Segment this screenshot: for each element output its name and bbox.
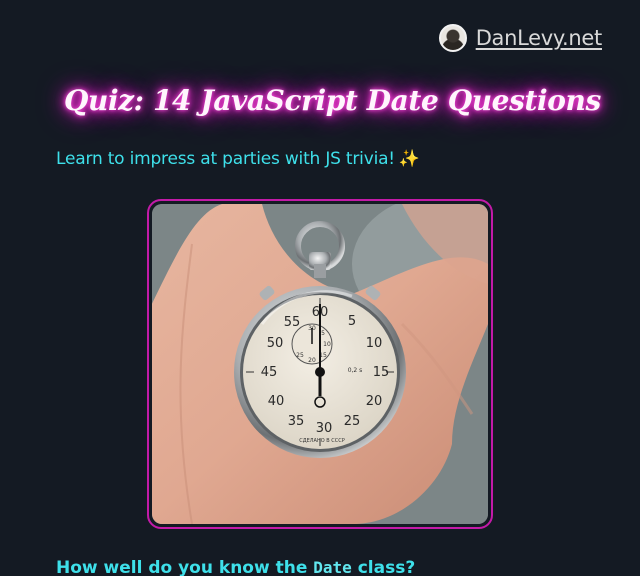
subdial-number: 10: [323, 341, 331, 348]
dial-number: 40: [268, 394, 285, 409]
page: DanLevy.net Quiz: 14 JavaScript Date Que…: [0, 0, 640, 576]
site-home-link[interactable]: DanLevy.net: [438, 24, 603, 52]
subdial-number: 25: [296, 352, 304, 359]
section-heading: How well do you know the Date class?: [56, 558, 415, 576]
subdial-number: 20: [308, 357, 316, 364]
section-heading-suffix: class?: [351, 558, 416, 576]
dial-number: 50: [267, 336, 284, 351]
section-heading-prefix: How well do you know the: [56, 558, 314, 576]
dial-number: 5: [348, 314, 356, 329]
dial-number: 15: [373, 365, 390, 380]
dial-number: 35: [288, 414, 305, 429]
avatar: [438, 24, 467, 52]
dial-number: 25: [344, 414, 361, 429]
hero-image-frame: 60 5 10 15 20 25 30 35 40 45 50 55 30: [147, 199, 493, 529]
dial-number: 45: [261, 365, 278, 380]
page-title: Quiz: 14 JavaScript Date Questions: [64, 84, 601, 117]
page-subtitle: Learn to impress at parties with JS triv…: [56, 149, 420, 169]
stopwatch-illustration: 60 5 10 15 20 25 30 35 40 45 50 55 30: [152, 204, 488, 524]
dial-number: 30: [316, 421, 333, 436]
sparkles-icon: ✨: [398, 149, 420, 169]
subtitle-text: Learn to impress at parties with JS triv…: [56, 149, 395, 169]
dial-number: 20: [366, 394, 383, 409]
site-name: DanLevy.net: [475, 26, 603, 50]
dial-number: 10: [366, 336, 383, 351]
maker-label: СДЕЛАНО В СССР: [299, 438, 345, 444]
hero-image: 60 5 10 15 20 25 30 35 40 45 50 55 30: [152, 204, 488, 524]
dial-number: 55: [284, 315, 301, 330]
dial-label: 0,2 s: [348, 367, 363, 374]
subdial-number: 5: [321, 330, 325, 337]
inline-code: Date: [313, 558, 352, 576]
